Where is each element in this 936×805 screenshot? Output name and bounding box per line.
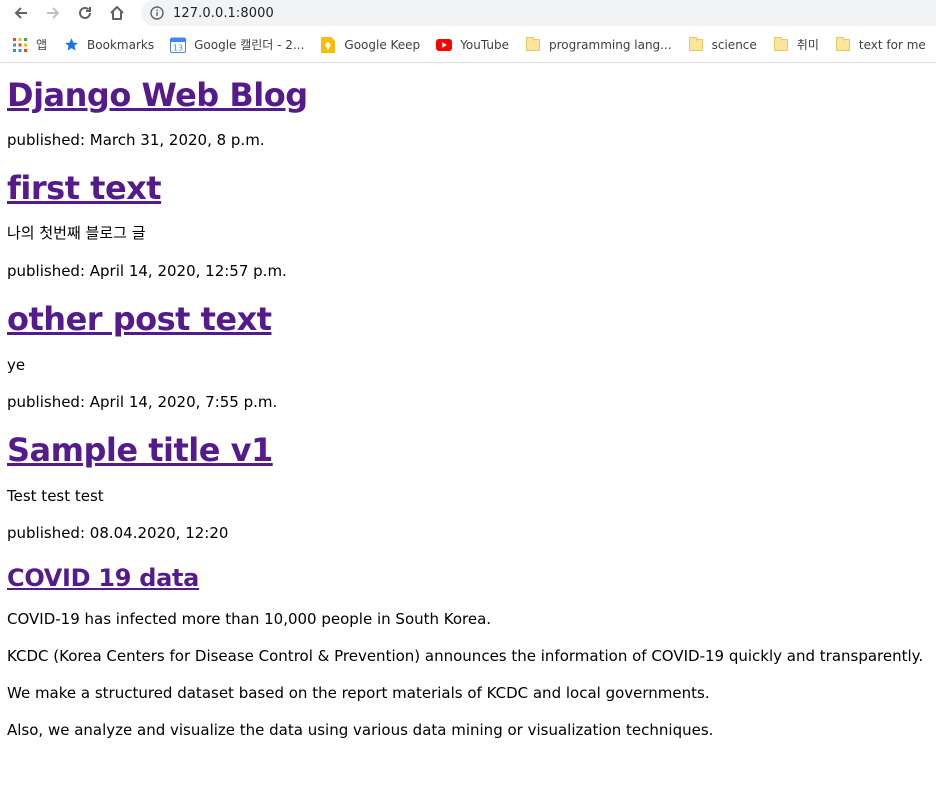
covid-paragraph: Also, we analyze and visualize the data … (7, 721, 714, 739)
post-title: first text (7, 169, 929, 207)
bookmark-label: Google Keep (344, 37, 421, 52)
bookmark-label: text for me (858, 37, 926, 52)
reload-icon (79, 6, 91, 19)
bookmark-google-keep[interactable]: Google Keep (320, 36, 421, 53)
post-title: other post text (7, 300, 929, 338)
covid-section-title: COVID 19 data (7, 563, 929, 593)
bookmark-folder-science[interactable]: science (688, 36, 757, 53)
covid-paragraph: KCDC (Korea Centers for Disease Control … (7, 647, 924, 665)
covid-paragraph: We make a structured dataset based on th… (7, 684, 710, 702)
site-published-date: published: March 31, 2020, 8 p.m. (7, 131, 265, 149)
post-body: Test test test (7, 487, 104, 505)
folder-icon (835, 36, 851, 53)
post-published-date: published: 08.04.2020, 12:20 (7, 524, 229, 542)
bookmarks-bar: 앱 Bookmarks 13 Google 캘린더 - 2... Google … (0, 27, 936, 63)
folder-icon (525, 36, 541, 53)
post-title-link[interactable]: Sample title v1 (7, 431, 273, 469)
post-published-date: published: April 14, 2020, 12:57 p.m. (7, 262, 287, 280)
post-title: Sample title v1 (7, 431, 929, 469)
covid-title-link[interactable]: COVID 19 data (7, 564, 199, 592)
bookmark-label: YouTube (460, 37, 509, 52)
star-icon (63, 37, 79, 53)
bookmark-youtube[interactable]: YouTube (436, 37, 509, 53)
info-icon[interactable] (150, 6, 164, 20)
bookmark-label: Bookmarks (87, 37, 155, 52)
home-icon (110, 6, 124, 20)
bookmark-label: programming lang... (548, 37, 672, 52)
post-body: 나의 첫번째 블로그 글 (7, 224, 146, 242)
bookmark-folder-hobby[interactable]: 취미 (773, 36, 819, 53)
bookmark-label: 취미 (796, 38, 819, 52)
calendar-badge: 13 (173, 43, 183, 52)
post-title-link[interactable]: first text (7, 169, 162, 207)
covid-paragraph: COVID-19 has infected more than 10,000 p… (7, 610, 492, 628)
bookmark-label: 앱 (36, 38, 48, 52)
keep-icon (320, 36, 336, 53)
folder-icon (773, 36, 789, 53)
post-published-date: published: April 14, 2020, 7:55 p.m. (7, 393, 278, 411)
folder-icon (688, 36, 704, 53)
bookmark-google-calendar[interactable]: 13 Google 캘린더 - 2... (170, 36, 304, 53)
bookmark-bookmarks[interactable]: Bookmarks (63, 37, 154, 53)
bookmark-apps[interactable]: 앱 (12, 36, 47, 53)
blog-page: Django Web Blog published: March 31, 202… (0, 76, 936, 740)
site-title-link[interactable]: Django Web Blog (7, 76, 308, 114)
post-body: ye (7, 356, 26, 374)
apps-grid-icon (12, 37, 28, 53)
bookmark-label: Google 캘린더 - 2... (194, 38, 305, 52)
forward-button[interactable] (41, 1, 65, 25)
forward-arrow-icon (47, 7, 60, 19)
reload-button[interactable] (73, 1, 97, 25)
calendar-icon: 13 (170, 37, 187, 53)
bookmark-folder-programming[interactable]: programming lang... (525, 36, 672, 53)
browser-toolbar: 127.0.0.1:8000 (0, 0, 936, 27)
address-bar[interactable]: 127.0.0.1:8000 (141, 0, 936, 26)
bookmark-label: science (711, 37, 757, 52)
back-button[interactable] (9, 1, 33, 25)
site-title: Django Web Blog (7, 76, 929, 114)
back-arrow-icon (14, 7, 27, 19)
url-text: 127.0.0.1:8000 (173, 5, 274, 21)
home-button[interactable] (105, 1, 129, 25)
post-title-link[interactable]: other post text (7, 300, 272, 338)
youtube-icon (436, 37, 453, 53)
bookmark-folder-text-for-me[interactable]: text for me (835, 36, 926, 53)
